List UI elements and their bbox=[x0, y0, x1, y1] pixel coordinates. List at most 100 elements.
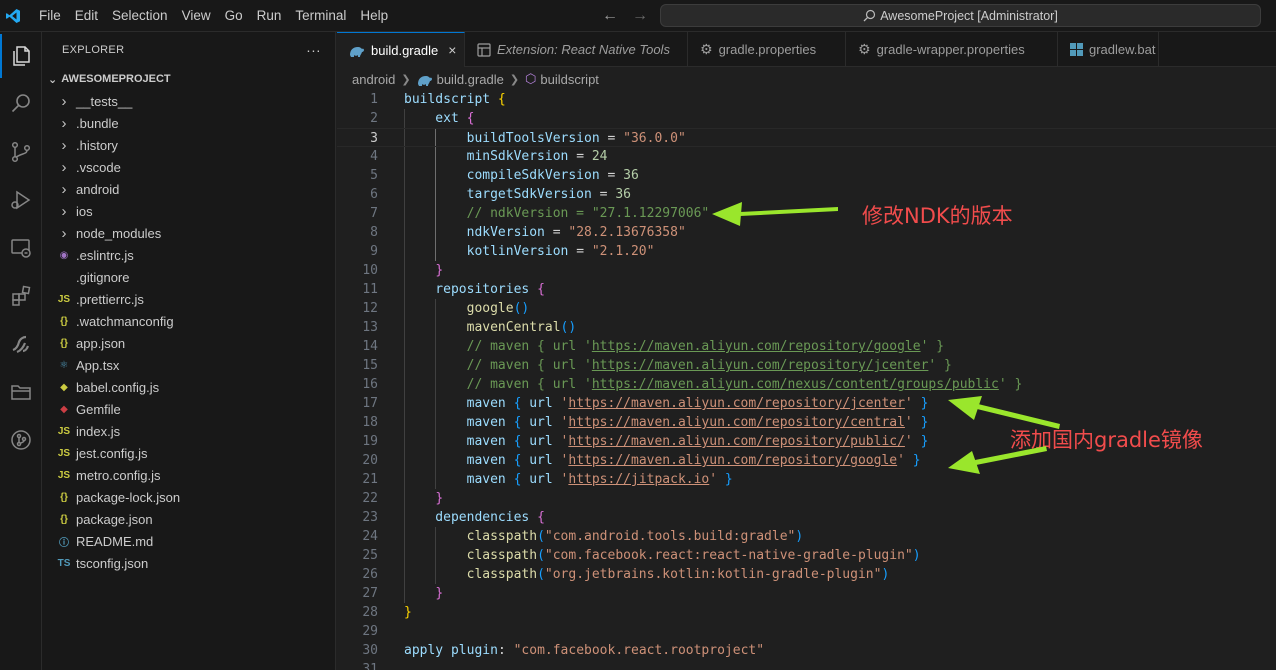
tree-file[interactable]: ◉ .eslintrc.js bbox=[42, 244, 335, 266]
tree-file[interactable]: JS jest.config.js bbox=[42, 442, 335, 464]
tree-file[interactable]: TS tsconfig.json bbox=[42, 552, 335, 574]
code-line: 26 classpath("org.jetbrains.kotlin:kotli… bbox=[337, 565, 1276, 584]
tree-folder[interactable]: › .history bbox=[42, 134, 335, 156]
tree-folder[interactable]: › android bbox=[42, 178, 335, 200]
activity-bar bbox=[0, 32, 42, 670]
tree-folder[interactable]: › .vscode bbox=[42, 156, 335, 178]
ruby-icon: ◆ bbox=[60, 403, 68, 415]
code-token[interactable]: https://jitpack.io bbox=[568, 472, 709, 487]
project-section-header[interactable]: ⌄ AWESOMEPROJECT bbox=[42, 68, 335, 90]
tab-gradlew-bat[interactable]: gradlew.bat bbox=[1058, 32, 1159, 67]
tree-file[interactable]: {} app.json bbox=[42, 332, 335, 354]
tree-file[interactable]: JS metro.config.js bbox=[42, 464, 335, 486]
breadcrumb-android[interactable]: android bbox=[352, 72, 395, 87]
tree-folder[interactable]: › .bundle bbox=[42, 112, 335, 134]
windows-icon bbox=[1070, 43, 1083, 56]
line-number: 20 bbox=[362, 453, 378, 468]
command-center-search[interactable]: AwesomeProject [Administrator] bbox=[660, 4, 1261, 27]
menu-go[interactable]: Go bbox=[218, 0, 250, 32]
tree-folder[interactable]: › node_modules bbox=[42, 222, 335, 244]
code-token[interactable]: https://maven.aliyun.com/repository/cent… bbox=[568, 415, 905, 430]
extension-icon bbox=[477, 42, 491, 57]
js-icon: JS bbox=[57, 425, 71, 437]
chevron-right-icon: › bbox=[61, 224, 67, 242]
tree-file[interactable]: {} package.json bbox=[42, 508, 335, 530]
code-text: buildToolsVersion = "36.0.0" bbox=[404, 129, 686, 148]
close-icon[interactable]: × bbox=[448, 42, 456, 58]
code-token[interactable]: https://maven.aliyun.com/nexus/content/g… bbox=[592, 377, 999, 392]
remote-explorer-icon[interactable] bbox=[0, 226, 42, 270]
tree-file[interactable]: .gitignore bbox=[42, 266, 335, 288]
tree-file[interactable]: ⚛ App.tsx bbox=[42, 354, 335, 376]
breadcrumb-buildscript[interactable]: buildscript bbox=[540, 72, 599, 87]
line-number: 1 bbox=[370, 92, 378, 107]
tree-file[interactable]: JS index.js bbox=[42, 420, 335, 442]
explorer-icon[interactable] bbox=[0, 34, 42, 78]
tree-file[interactable]: ⓘ README.md bbox=[42, 530, 335, 552]
code-token: "2.1.20" bbox=[591, 244, 655, 259]
js-icon: JS bbox=[57, 447, 71, 459]
search-icon[interactable] bbox=[0, 82, 42, 126]
code-token: } bbox=[435, 263, 444, 278]
code-token: = bbox=[599, 187, 616, 202]
tab-label: gradle.properties bbox=[718, 42, 817, 57]
react-native-icon[interactable] bbox=[0, 322, 42, 366]
menu-view[interactable]: View bbox=[175, 0, 218, 32]
code-editor[interactable]: 1 buildscript {2 ext {3 buildToolsVersion… bbox=[337, 90, 1276, 670]
gear-icon: ⚙ bbox=[858, 41, 871, 57]
menu-file[interactable]: File bbox=[32, 0, 68, 32]
tree-folder[interactable]: › __tests__ bbox=[42, 90, 335, 112]
tab-gradle-wrapper-properties[interactable]: ⚙ gradle-wrapper.properties bbox=[846, 32, 1058, 67]
tree-file[interactable]: {} .watchmanconfig bbox=[42, 310, 335, 332]
run-debug-icon[interactable] bbox=[0, 178, 42, 222]
tab-extension-react-native-tools[interactable]: Extension: React Native Tools bbox=[465, 32, 688, 67]
menu-run[interactable]: Run bbox=[250, 0, 289, 32]
tree-folder[interactable]: › ios bbox=[42, 200, 335, 222]
forward-arrow-icon[interactable]: → bbox=[632, 7, 648, 25]
tree-item-label: metro.config.js bbox=[76, 467, 161, 483]
tree-file[interactable]: ◆ babel.config.js bbox=[42, 376, 335, 398]
code-token[interactable]: https://maven.aliyun.com/repository/publ… bbox=[568, 434, 905, 449]
tab-gradle-properties[interactable]: ⚙ gradle.properties bbox=[688, 32, 846, 67]
extensions-icon[interactable] bbox=[0, 274, 42, 318]
menu-terminal[interactable]: Terminal bbox=[288, 0, 353, 32]
git-graph-icon[interactable] bbox=[0, 418, 42, 462]
code-line: 3 buildToolsVersion = "36.0.0" bbox=[337, 128, 1276, 147]
code-token: ' } bbox=[920, 339, 945, 354]
code-token[interactable]: https://maven.aliyun.com/repository/jcen… bbox=[568, 396, 905, 411]
code-line: 25 classpath("com.facebook.react:react-n… bbox=[337, 546, 1276, 565]
command-center-label: AwesomeProject [Administrator] bbox=[880, 8, 1058, 23]
folder-manager-icon[interactable] bbox=[0, 370, 42, 414]
line-number: 26 bbox=[362, 567, 378, 582]
code-token[interactable]: https://maven.aliyun.com/repository/jcen… bbox=[592, 358, 929, 373]
tree-item-label: package.json bbox=[76, 511, 153, 527]
code-token: maven bbox=[404, 415, 514, 430]
tree-item-label: index.js bbox=[76, 423, 121, 439]
tab-build-gradle[interactable]: build.gradle × bbox=[337, 32, 465, 67]
tree-item-label: package-lock.json bbox=[76, 489, 181, 505]
more-actions-icon[interactable]: ··· bbox=[306, 42, 321, 58]
source-control-icon[interactable] bbox=[0, 130, 42, 174]
code-token: dependencies bbox=[404, 510, 538, 525]
code-token: () bbox=[513, 301, 530, 316]
menu-help[interactable]: Help bbox=[353, 0, 395, 32]
code-token: google bbox=[404, 301, 514, 316]
code-token[interactable]: https://maven.aliyun.com/repository/goog… bbox=[568, 453, 897, 468]
code-token: ' bbox=[904, 415, 921, 430]
back-arrow-icon[interactable]: ← bbox=[602, 7, 618, 25]
menu-selection[interactable]: Selection bbox=[105, 0, 175, 32]
code-token: url bbox=[521, 453, 561, 468]
json-icon: {} bbox=[60, 513, 68, 525]
eslint-icon: ◉ bbox=[59, 249, 69, 261]
code-line: 30 apply plugin: "com.facebook.react.root… bbox=[337, 641, 1276, 660]
breadcrumb-build-gradle[interactable]: build.gradle bbox=[437, 72, 504, 87]
tree-file[interactable]: ◆ Gemfile bbox=[42, 398, 335, 420]
code-line: 16 // maven { url 'https://maven.aliyun.… bbox=[337, 375, 1276, 394]
code-token: } bbox=[435, 586, 444, 601]
code-text: buildscript { bbox=[404, 90, 506, 109]
tree-file[interactable]: {} package-lock.json bbox=[42, 486, 335, 508]
tree-file[interactable]: JS .prettierrc.js bbox=[42, 288, 335, 310]
code-line: 6 targetSdkVersion = 36 bbox=[337, 185, 1276, 204]
code-token[interactable]: https://maven.aliyun.com/repository/goog… bbox=[592, 339, 921, 354]
menu-edit[interactable]: Edit bbox=[68, 0, 105, 32]
